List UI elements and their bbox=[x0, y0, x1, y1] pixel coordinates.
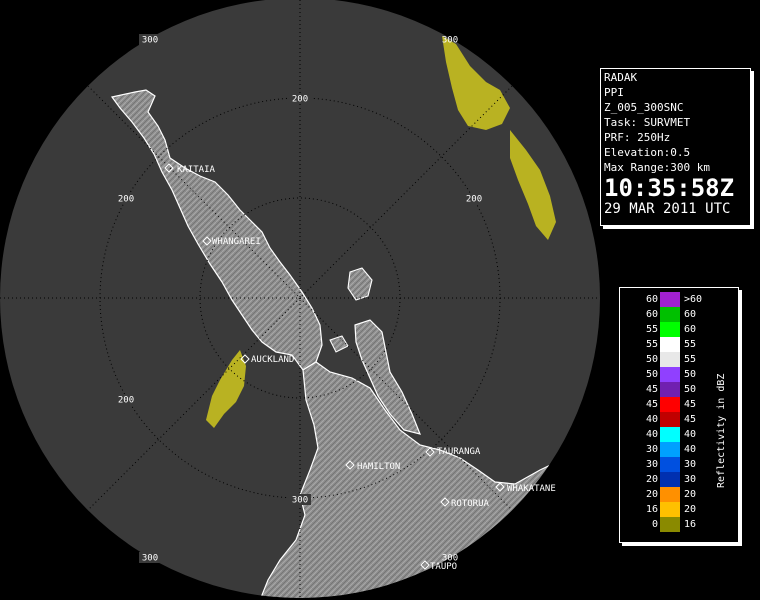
legend-title: Reflectivity in dBZ bbox=[716, 373, 727, 488]
legend-row-low: 50 bbox=[645, 354, 658, 365]
legend-row: 60 >60 bbox=[620, 292, 738, 307]
legend-swatch bbox=[660, 442, 680, 457]
legend-row-high: 50 bbox=[684, 384, 697, 395]
legend-row-high: 20 bbox=[684, 504, 697, 515]
legend-row-high: 60 bbox=[684, 309, 697, 320]
town-label-tauranga: TAURANGA bbox=[437, 447, 481, 457]
legend-row-low: 16 bbox=[645, 504, 658, 515]
legend-row: 50 55 bbox=[620, 352, 738, 367]
legend-row-low: 60 bbox=[645, 309, 658, 320]
legend-row-low: 20 bbox=[645, 474, 658, 485]
legend-swatch bbox=[660, 382, 680, 397]
radar-info-panel: RADAK PPI Z_005_300SNC Task: SURVMET PRF… bbox=[600, 68, 751, 226]
legend-row-low: 30 bbox=[645, 459, 658, 470]
legend-row-low: 0 bbox=[651, 519, 658, 530]
legend-swatch bbox=[660, 412, 680, 427]
range-label-300-sw: 300 bbox=[142, 554, 158, 564]
legend-row-high: 45 bbox=[684, 399, 697, 410]
legend-row-high: 50 bbox=[684, 369, 697, 380]
range-label-300-ne: 300 bbox=[442, 36, 458, 46]
legend-swatch bbox=[660, 367, 680, 382]
legend-row-high: 55 bbox=[684, 354, 697, 365]
legend-row-high: 40 bbox=[684, 429, 697, 440]
reflectivity-legend: 60 >60 60 60 55 60 55 55 50 55 50 50 45 50 45 45 40 45 40 4… bbox=[619, 287, 739, 543]
legend-swatch bbox=[660, 307, 680, 322]
legend-row: 55 60 bbox=[620, 322, 738, 337]
town-label-kaitaia: KAITAIA bbox=[177, 165, 216, 175]
range-label-200-nw: 200 bbox=[118, 195, 134, 205]
range-label-200-ne: 200 bbox=[466, 195, 482, 205]
info-max-range: Max Range:300 km bbox=[604, 161, 710, 174]
legend-row-low: 50 bbox=[645, 369, 658, 380]
town-label-taupo: TAUPO bbox=[430, 562, 457, 572]
town-label-whangarei: WHANGAREI bbox=[212, 237, 261, 247]
legend-swatch bbox=[660, 502, 680, 517]
legend-row-high: >60 bbox=[684, 294, 703, 305]
legend-row-low: 20 bbox=[645, 489, 658, 500]
info-prf: PRF: 250Hz bbox=[604, 131, 671, 144]
legend-swatch bbox=[660, 457, 680, 472]
legend-row-low: 45 bbox=[645, 399, 658, 410]
town-label-whakatane: WHAKATANE bbox=[507, 484, 556, 494]
info-task: Task: SURVMET bbox=[604, 116, 691, 129]
legend-row-high: 30 bbox=[684, 474, 697, 485]
legend-row-low: 40 bbox=[645, 429, 658, 440]
legend-swatch bbox=[660, 427, 680, 442]
legend-row-low: 55 bbox=[645, 324, 658, 335]
info-elevation: Elevation:0.5 bbox=[604, 146, 691, 159]
legend-swatch bbox=[660, 322, 680, 337]
legend-swatch bbox=[660, 337, 680, 352]
legend-row: 20 20 bbox=[620, 487, 738, 502]
info-time: 10:35:58Z bbox=[604, 174, 735, 202]
legend-row-high: 16 bbox=[684, 519, 697, 530]
legend-row: 55 55 bbox=[620, 337, 738, 352]
info-product: PPI bbox=[604, 86, 624, 99]
legend-row-low: 60 bbox=[645, 294, 658, 305]
legend-swatch bbox=[660, 397, 680, 412]
legend-row-low: 40 bbox=[645, 414, 658, 425]
town-label-rotorua: ROTORUA bbox=[451, 499, 490, 509]
legend-row-low: 55 bbox=[645, 339, 658, 350]
legend-swatch bbox=[660, 472, 680, 487]
legend-swatch bbox=[660, 292, 680, 307]
legend-row-high: 55 bbox=[684, 339, 697, 350]
legend-row: 60 60 bbox=[620, 307, 738, 322]
range-label-200-n: 200 bbox=[292, 95, 308, 105]
info-date: 29 MAR 2011 UTC bbox=[604, 201, 731, 217]
legend-swatch bbox=[660, 352, 680, 367]
legend-swatch bbox=[660, 517, 680, 532]
legend-row-high: 20 bbox=[684, 489, 697, 500]
legend-row-high: 60 bbox=[684, 324, 697, 335]
legend-row-low: 30 bbox=[645, 444, 658, 455]
legend-row-high: 30 bbox=[684, 459, 697, 470]
range-label-200-sw: 200 bbox=[118, 396, 134, 406]
legend-row-low: 45 bbox=[645, 384, 658, 395]
radar-ppi-display: 200 200 200 200 300 300 300 300 300 KAIT… bbox=[0, 0, 600, 600]
range-label-300-nw: 300 bbox=[142, 36, 158, 46]
legend-row: 0 16 bbox=[620, 517, 738, 532]
info-field: Z_005_300SNC bbox=[604, 101, 684, 114]
range-label-200-s: 300 bbox=[292, 496, 308, 506]
town-label-auckland: AUCKLAND bbox=[251, 355, 294, 365]
legend-row: 16 20 bbox=[620, 502, 738, 517]
info-site: RADAK bbox=[604, 71, 638, 84]
town-label-hamilton: HAMILTON bbox=[357, 462, 400, 472]
legend-row-high: 40 bbox=[684, 444, 697, 455]
legend-row-high: 45 bbox=[684, 414, 697, 425]
legend-swatch bbox=[660, 487, 680, 502]
